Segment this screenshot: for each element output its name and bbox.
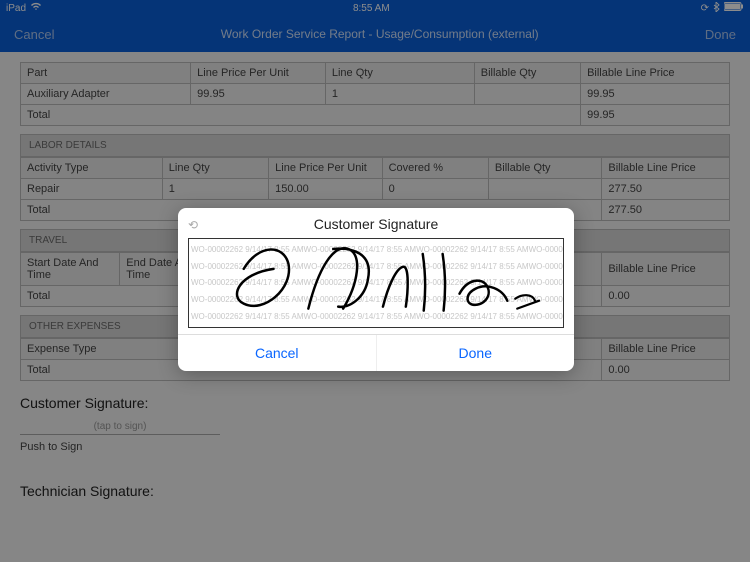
- signature-canvas[interactable]: WO-00002262 9/14/17 8:55 AMWO-00002262 9…: [188, 238, 564, 328]
- signature-stroke: [189, 239, 563, 328]
- signature-modal: ⟲ Customer Signature WO-00002262 9/14/17…: [178, 208, 574, 371]
- refresh-icon[interactable]: ⟲: [188, 218, 198, 232]
- modal-title: ⟲ Customer Signature: [178, 208, 574, 238]
- modal-actions: Cancel Done: [178, 334, 574, 371]
- modal-done-button[interactable]: Done: [376, 335, 575, 371]
- modal-cancel-button[interactable]: Cancel: [178, 335, 376, 371]
